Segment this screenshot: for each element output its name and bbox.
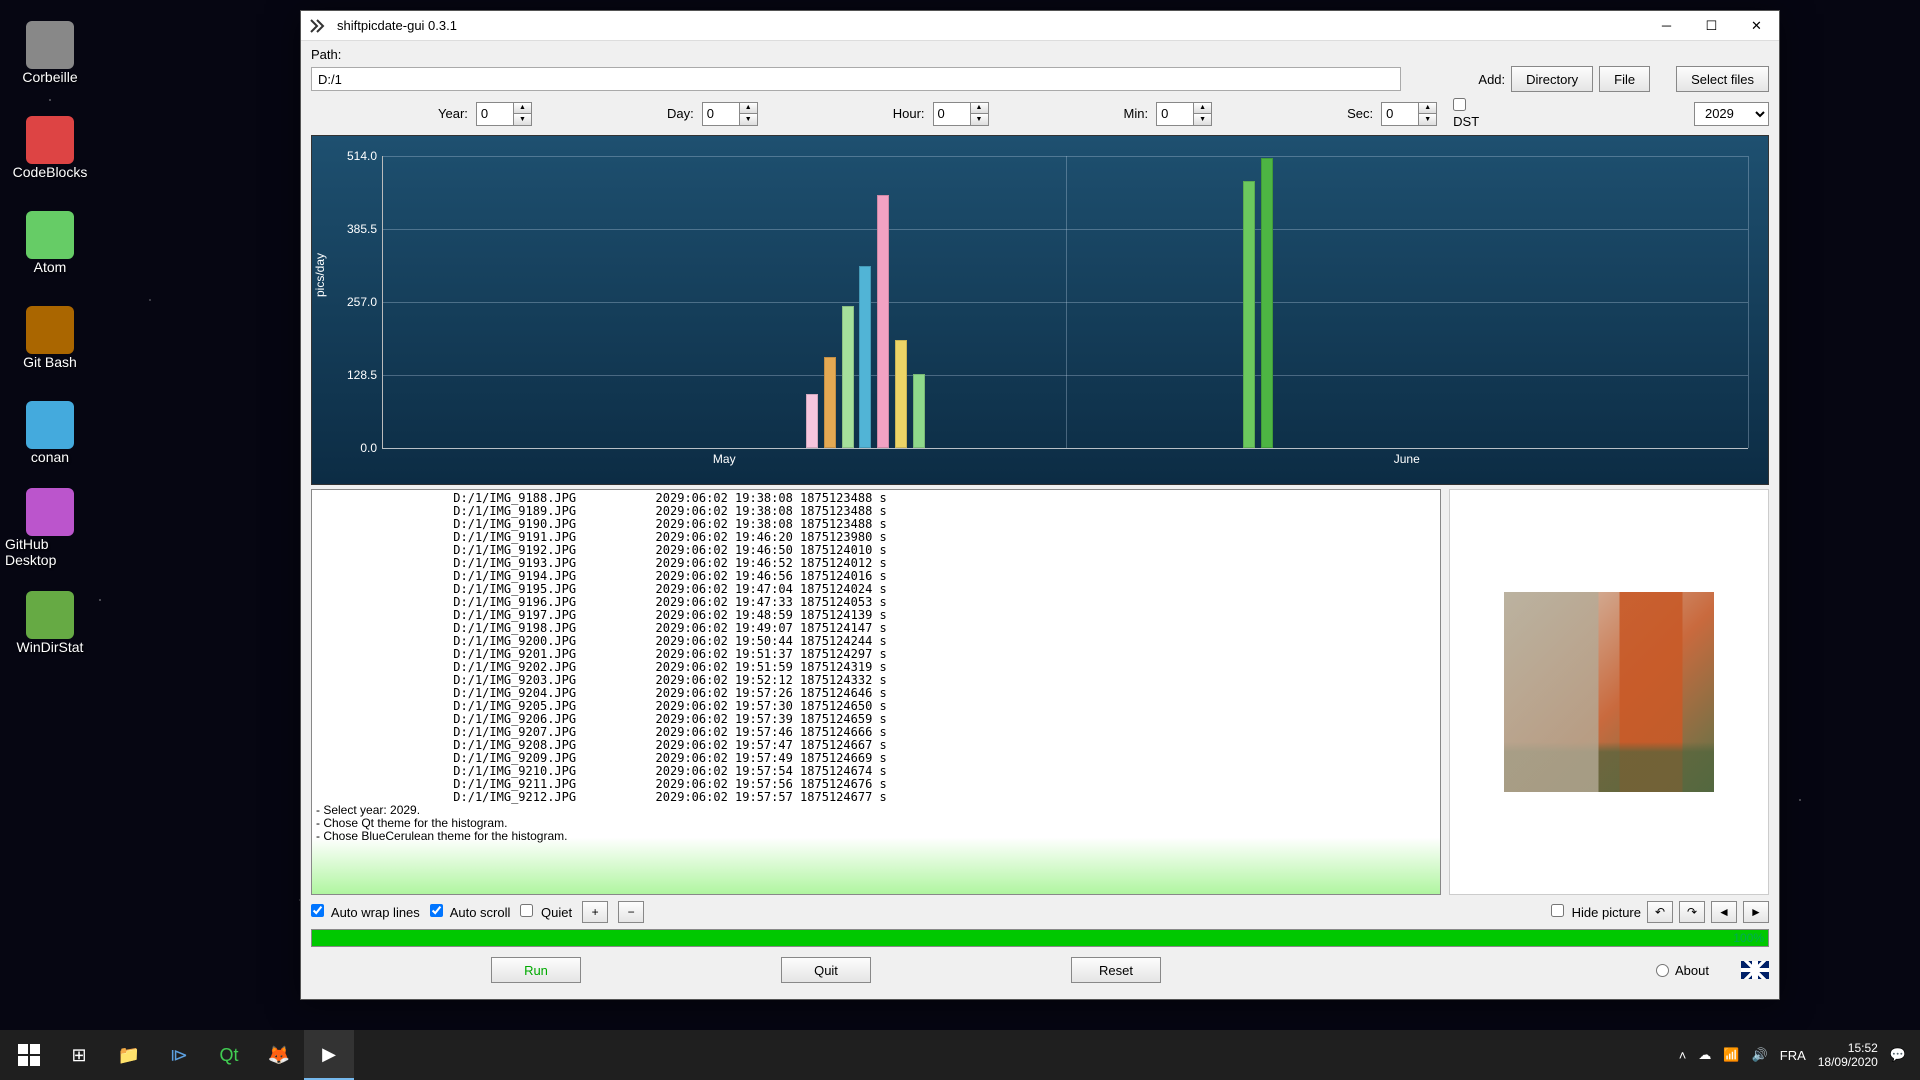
window-title: shiftpicdate-gui 0.3.1 [337, 18, 1644, 33]
desktop-icon-conan[interactable]: conan [5, 385, 95, 480]
autowrap-checkbox[interactable]: Auto wrap lines [311, 904, 420, 920]
maximize-button[interactable]: ☐ [1689, 11, 1734, 41]
dst-checkbox[interactable]: DST [1453, 98, 1499, 129]
chart-ytick: 257.0 [347, 295, 383, 309]
sec-label: Sec: [1347, 106, 1373, 121]
firefox-taskbar-icon[interactable]: 🦊 [254, 1030, 304, 1080]
next-image-button[interactable]: ► [1743, 901, 1769, 923]
chart-bar [842, 306, 854, 448]
desktop-icon-git-bash[interactable]: Git Bash [5, 290, 95, 385]
app-window: shiftpicdate-gui 0.3.1 ─ ☐ ✕ Path: Add: … [300, 10, 1780, 1000]
qt-taskbar-icon[interactable]: Qt [204, 1030, 254, 1080]
chart-bar [859, 266, 871, 448]
year-spinner[interactable]: ▲▼ [476, 102, 532, 126]
tray-wifi-icon[interactable]: 📶 [1723, 1047, 1739, 1063]
tray-chevron-icon[interactable]: ˄ [1679, 1048, 1687, 1063]
zoom-in-button[interactable]: + [582, 901, 608, 923]
file-button[interactable]: File [1599, 66, 1650, 92]
tray-language[interactable]: FRA [1780, 1048, 1806, 1063]
language-flag-button[interactable] [1741, 961, 1769, 979]
chart-xtick: May [713, 448, 736, 466]
spin-down-icon[interactable]: ▼ [513, 114, 531, 125]
app-taskbar-icon[interactable]: ▶ [304, 1030, 354, 1080]
path-input[interactable] [311, 67, 1401, 91]
app-icon [309, 16, 329, 36]
tray-volume-icon[interactable]: 🔊 [1752, 1047, 1768, 1063]
log-output[interactable]: D:/1/IMG_9188.JPG 2029:06:02 19:38:08 18… [311, 489, 1441, 895]
rotate-right-button[interactable]: ↷ [1679, 901, 1705, 923]
chart-ytick: 385.5 [347, 222, 383, 236]
chart-ylabel: pics/day [313, 253, 327, 297]
vscode-taskbar-icon[interactable]: ⧐ [154, 1030, 204, 1080]
desktop-icon-codeblocks[interactable]: CodeBlocks [5, 100, 95, 195]
taskbar[interactable]: ⊞ 📁 ⧐ Qt 🦊 ▶ ˄ ☁ 📶 🔊 FRA 15:52 18/09/202… [0, 1030, 1920, 1080]
desktop-icon-windirstat[interactable]: WinDirStat [5, 575, 95, 670]
task-view-button[interactable]: ⊞ [54, 1030, 104, 1080]
progress-bar: 100% [311, 929, 1769, 947]
progress-percent: 100% [1733, 930, 1764, 946]
reset-button[interactable]: Reset [1071, 957, 1161, 983]
chart-bar [895, 340, 907, 448]
chart-xtick: June [1394, 448, 1420, 466]
image-preview [1449, 489, 1769, 895]
minimize-button[interactable]: ─ [1644, 11, 1689, 41]
path-label: Path: [311, 47, 351, 62]
about-radio[interactable]: About [1656, 963, 1709, 978]
hour-label: Hour: [893, 106, 925, 121]
hour-spinner[interactable]: ▲▼ [933, 102, 989, 126]
prev-image-button[interactable]: ◄ [1711, 901, 1737, 923]
quit-button[interactable]: Quit [781, 957, 871, 983]
tray-onedrive-icon[interactable]: ☁ [1698, 1047, 1711, 1063]
histogram-chart: pics/day 0.0 128.5 257.0 385.5 514.0 May June [311, 135, 1769, 485]
min-spinner[interactable]: ▲▼ [1156, 102, 1212, 126]
chart-bar [1243, 181, 1255, 448]
year-label: Year: [438, 106, 468, 121]
close-button[interactable]: ✕ [1734, 11, 1779, 41]
min-label: Min: [1124, 106, 1149, 121]
zoom-out-button[interactable]: − [618, 901, 644, 923]
day-spinner[interactable]: ▲▼ [702, 102, 758, 126]
desktop-icons: CorbeilleCodeBlocksAtomGit BashconanGitH… [5, 5, 105, 670]
desktop-icon-atom[interactable]: Atom [5, 195, 95, 290]
chart-ytick: 0.0 [360, 441, 383, 455]
chart-bar [1261, 158, 1273, 448]
titlebar[interactable]: shiftpicdate-gui 0.3.1 ─ ☐ ✕ [301, 11, 1779, 41]
chart-bar [913, 374, 925, 448]
chart-ytick: 514.0 [347, 149, 383, 163]
run-button[interactable]: Run [491, 957, 581, 983]
explorer-taskbar-icon[interactable]: 📁 [104, 1030, 154, 1080]
year-select[interactable]: 2029 [1694, 102, 1769, 126]
tray-notifications-icon[interactable]: 💬 [1890, 1047, 1906, 1063]
sec-spinner[interactable]: ▲▼ [1381, 102, 1437, 126]
desktop-icon-github-desktop[interactable]: GitHub Desktop [5, 480, 95, 575]
add-label: Add: [1478, 72, 1505, 87]
quiet-checkbox[interactable]: Quiet [520, 904, 572, 920]
chart-bar [877, 195, 889, 448]
day-label: Day: [667, 106, 694, 121]
chart-bar [806, 394, 818, 448]
select-files-button[interactable]: Select files [1676, 66, 1769, 92]
autoscroll-checkbox[interactable]: Auto scroll [430, 904, 511, 920]
chart-bar [824, 357, 836, 448]
desktop-icon-corbeille[interactable]: Corbeille [5, 5, 95, 100]
taskbar-clock[interactable]: 15:52 18/09/2020 [1818, 1041, 1878, 1069]
preview-image [1504, 592, 1714, 792]
start-button[interactable] [4, 1030, 54, 1080]
hidepic-checkbox[interactable]: Hide picture [1551, 904, 1641, 920]
chart-ytick: 128.5 [347, 368, 383, 382]
directory-button[interactable]: Directory [1511, 66, 1593, 92]
spin-up-icon[interactable]: ▲ [513, 103, 531, 115]
rotate-left-button[interactable]: ↶ [1647, 901, 1673, 923]
